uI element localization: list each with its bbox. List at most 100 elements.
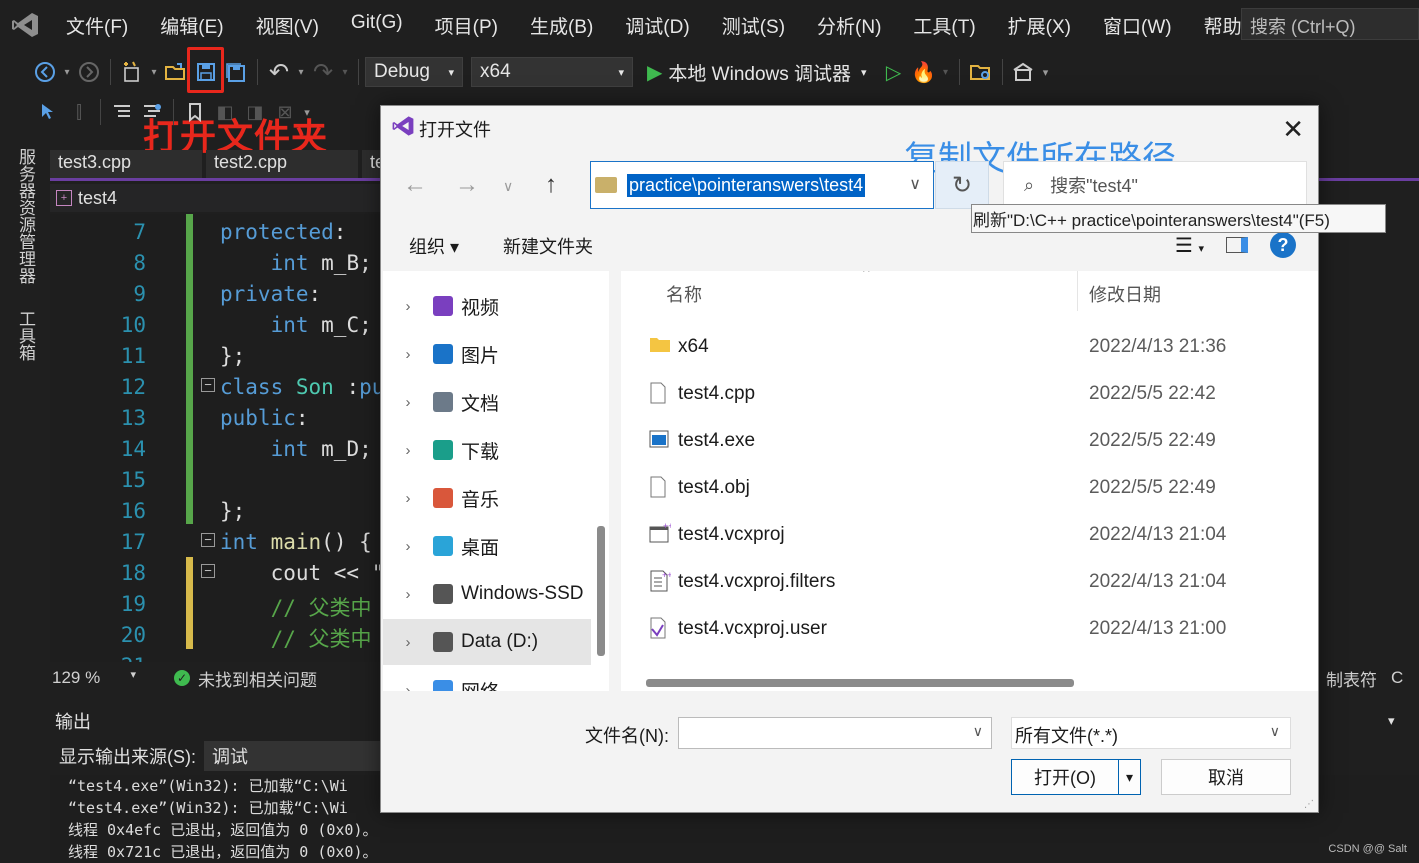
folder-search-input[interactable]: ⌕ 搜索"test4": [1003, 161, 1307, 209]
nav-item[interactable]: › 文档: [383, 379, 591, 425]
expand-chevron-icon[interactable]: ›: [383, 682, 433, 692]
code-line[interactable]: 7 protected:: [50, 220, 390, 251]
menu-item[interactable]: 扩展(X): [992, 12, 1087, 39]
global-search-input[interactable]: 搜索 (Ctrl+Q): [1241, 8, 1419, 40]
solution-configuration-select[interactable]: Debug ▾: [365, 57, 463, 87]
code-line[interactable]: 14 int m_D;: [50, 437, 390, 468]
filename-input[interactable]: ∨: [678, 717, 992, 749]
open-button[interactable]: 打开(O) ▾: [1011, 759, 1141, 795]
tabs-indicator[interactable]: 制表符: [1326, 666, 1377, 691]
organize-menu[interactable]: 组织 ▾: [409, 233, 459, 259]
prev-bookmark-icon[interactable]: ◧: [210, 97, 240, 127]
menu-item[interactable]: 分析(N): [801, 12, 897, 39]
address-text[interactable]: practice\pointeranswers\test4: [627, 173, 866, 197]
menu-item[interactable]: Git(G): [335, 12, 419, 39]
filename-history-chevron-icon[interactable]: ∨: [973, 723, 983, 740]
menu-item[interactable]: 项目(P): [419, 12, 514, 39]
column-header-name[interactable]: 名称: [666, 281, 702, 307]
column-divider[interactable]: [1077, 271, 1078, 311]
expand-chevron-icon[interactable]: ›: [383, 586, 433, 603]
code-line[interactable]: 19 // 父类中: [50, 592, 390, 623]
dropdown-chevron-icon[interactable]: ▾: [338, 57, 352, 87]
code-line[interactable]: 11};: [50, 344, 390, 375]
menu-item[interactable]: 调试(D): [609, 12, 705, 39]
next-bookmark-icon[interactable]: ◨: [240, 97, 270, 127]
indent-icon[interactable]: ⫿: [64, 97, 94, 127]
open-options-chevron-icon[interactable]: ▾: [1118, 760, 1140, 794]
back-arrow-icon[interactable]: ←: [403, 171, 427, 199]
code-line[interactable]: 18 cout << ": [50, 561, 390, 592]
window-layout-icon[interactable]: [1009, 57, 1039, 87]
new-folder-button[interactable]: 新建文件夹: [503, 233, 593, 259]
menu-item[interactable]: 测试(S): [706, 12, 801, 39]
dropdown-chevron-icon[interactable]: ▾: [294, 57, 308, 87]
navigation-scrollbar[interactable]: [597, 526, 605, 656]
up-arrow-icon[interactable]: ↑: [545, 171, 557, 199]
code-line[interactable]: 21: [50, 654, 390, 662]
issues-status[interactable]: 未找到相关问题: [198, 666, 317, 691]
uncomment-lines-icon[interactable]: [137, 97, 167, 127]
toolbar-options-icon[interactable]: ▾: [300, 97, 314, 127]
code-line[interactable]: 10 int m_C;: [50, 313, 390, 344]
zoom-level[interactable]: 129 % ▾: [50, 668, 140, 688]
hot-reload-icon[interactable]: 🔥: [909, 57, 939, 87]
expand-chevron-icon[interactable]: ›: [383, 538, 433, 555]
cancel-button[interactable]: 取消: [1161, 759, 1291, 795]
server-explorer-tab[interactable]: 服务器资源管理器: [13, 148, 38, 284]
redo-icon[interactable]: ↷: [308, 57, 338, 87]
save-all-icon[interactable]: [221, 57, 251, 87]
code-line[interactable]: 20 // 父类中: [50, 623, 390, 654]
toolbox-tab[interactable]: 工具箱: [13, 310, 38, 361]
expand-chevron-icon[interactable]: ›: [383, 346, 433, 363]
dropdown-chevron-icon[interactable]: ▾: [147, 57, 161, 87]
start-without-debugging-icon[interactable]: ▷: [879, 57, 909, 87]
address-chevron-icon[interactable]: ∨: [909, 174, 921, 194]
nav-item[interactable]: › Windows-SSD: [383, 571, 591, 617]
file-type-select[interactable]: 所有文件(*.*) ∨: [1011, 717, 1291, 749]
resize-grip-icon[interactable]: ⋰: [1304, 799, 1314, 810]
comment-lines-icon[interactable]: [107, 97, 137, 127]
encoding-indicator[interactable]: C: [1391, 668, 1403, 688]
forward-icon[interactable]: [74, 57, 104, 87]
file-row[interactable]: test4.cpp 2022/5/5 22:42: [621, 370, 1318, 417]
navigation-bar[interactable]: + test4: [50, 184, 390, 212]
clear-bookmarks-icon[interactable]: ⊠: [270, 97, 300, 127]
code-line[interactable]: 17 int main() {: [50, 530, 390, 561]
output-source-select[interactable]: 调试: [204, 741, 384, 771]
preview-pane-icon[interactable]: [1226, 237, 1248, 253]
refresh-button[interactable]: ↻: [935, 161, 989, 209]
close-icon[interactable]: ✕: [1282, 114, 1304, 145]
file-row[interactable]: x64 2022/4/13 21:36: [621, 323, 1318, 370]
find-in-folder-icon[interactable]: [966, 57, 996, 87]
solution-platform-select[interactable]: x64 ▾: [471, 57, 633, 87]
expand-chevron-icon[interactable]: ›: [383, 490, 433, 507]
nav-item[interactable]: › 图片: [383, 331, 591, 377]
expand-chevron-icon[interactable]: ›: [383, 394, 433, 411]
start-debugging-button[interactable]: ▶ 本地 Windows 调试器 ▾: [647, 59, 867, 86]
code-line[interactable]: 8 int m_B;: [50, 251, 390, 282]
file-row[interactable]: ++ test4.vcxproj.filters 2022/4/13 21:04: [621, 558, 1318, 605]
undo-icon[interactable]: ↶: [264, 57, 294, 87]
tab-test3-cpp[interactable]: test3.cpp: [50, 150, 202, 178]
code-editor[interactable]: − − − 7 protected: 8 int m_B; 9 private: 10 i…: [50, 214, 390, 662]
new-project-icon[interactable]: [117, 57, 147, 87]
code-line[interactable]: 16};: [50, 499, 390, 530]
nav-item[interactable]: › 音乐: [383, 475, 591, 521]
help-icon[interactable]: ?: [1270, 232, 1296, 258]
horizontal-scrollbar[interactable]: [646, 679, 1074, 687]
dropdown-chevron-icon[interactable]: ▾: [939, 57, 953, 87]
file-row[interactable]: test4.exe 2022/5/5 22:49: [621, 417, 1318, 464]
file-row[interactable]: test4.obj 2022/5/5 22:49: [621, 464, 1318, 511]
tab-test2-cpp[interactable]: test2.cpp: [206, 150, 358, 178]
menu-item[interactable]: 编辑(E): [144, 12, 239, 39]
dropdown-chevron-icon[interactable]: ▾: [60, 57, 74, 87]
bookmark-icon[interactable]: [180, 97, 210, 127]
menu-item[interactable]: 窗口(W): [1087, 12, 1188, 39]
menu-item[interactable]: 工具(T): [897, 12, 991, 39]
code-line[interactable]: 9 private:: [50, 282, 390, 313]
address-bar[interactable]: practice\pointeranswers\test4 ∨: [590, 161, 934, 209]
menu-item[interactable]: 视图(V): [240, 12, 335, 39]
nav-item[interactable]: › 桌面: [383, 523, 591, 569]
panel-options-icon[interactable]: ▾: [1388, 713, 1395, 729]
nav-item[interactable]: › 视频: [383, 283, 591, 329]
